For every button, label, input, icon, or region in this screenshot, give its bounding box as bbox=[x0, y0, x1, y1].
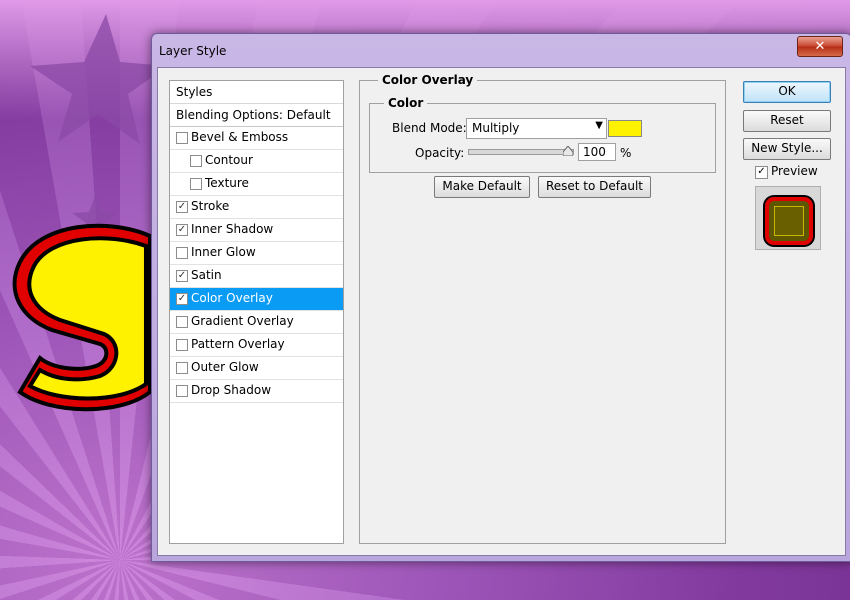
style-item[interactable]: ✓ Color Overlay bbox=[170, 288, 343, 311]
ok-button[interactable]: OK bbox=[743, 81, 831, 103]
style-item-label: Bevel & Emboss bbox=[191, 130, 289, 144]
blending-options-item[interactable]: Blending Options: Default bbox=[170, 104, 343, 127]
blend-mode-label: Blend Mode: bbox=[392, 121, 467, 135]
style-item-label: Contour bbox=[205, 153, 253, 167]
group-title: Color bbox=[384, 96, 428, 110]
opacity-label: Opacity: bbox=[415, 146, 465, 160]
preview-swatch-fill bbox=[774, 206, 804, 236]
style-item-label: Gradient Overlay bbox=[191, 314, 294, 328]
style-item-label: Drop Shadow bbox=[191, 383, 272, 397]
preview-label: Preview bbox=[771, 164, 818, 178]
opacity-slider[interactable] bbox=[468, 146, 574, 156]
blend-mode-value: Multiply bbox=[472, 121, 520, 135]
style-item-label: Satin bbox=[191, 268, 222, 282]
style-item[interactable]: Contour bbox=[170, 150, 343, 173]
percent-sign: % bbox=[620, 146, 632, 160]
opacity-value: 100 bbox=[583, 145, 606, 159]
blend-mode-select[interactable]: Multiply ▼ bbox=[466, 118, 607, 139]
style-item[interactable]: Pattern Overlay bbox=[170, 334, 343, 357]
reset-to-default-button[interactable]: Reset to Default bbox=[538, 176, 651, 198]
style-item[interactable]: ✓ Inner Shadow bbox=[170, 219, 343, 242]
unchecked-checkbox[interactable] bbox=[190, 178, 202, 190]
style-item[interactable]: Bevel & Emboss bbox=[170, 127, 343, 150]
make-default-button[interactable]: Make Default bbox=[434, 176, 530, 198]
style-item[interactable]: Outer Glow bbox=[170, 357, 343, 380]
overlay-color-swatch[interactable] bbox=[608, 120, 642, 137]
style-item-label: Pattern Overlay bbox=[191, 337, 285, 351]
checked-checkbox[interactable]: ✓ bbox=[176, 224, 188, 236]
unchecked-checkbox[interactable] bbox=[176, 316, 188, 328]
style-preview bbox=[755, 186, 821, 250]
style-item-label: Color Overlay bbox=[191, 291, 273, 305]
checked-checkbox[interactable]: ✓ bbox=[176, 201, 188, 213]
styles-list: Styles Blending Options: Default Bevel &… bbox=[169, 80, 344, 544]
unchecked-checkbox[interactable] bbox=[176, 247, 188, 259]
reset-button[interactable]: Reset bbox=[743, 110, 831, 132]
style-item-label: Inner Shadow bbox=[191, 222, 274, 236]
slider-thumb-icon[interactable] bbox=[563, 146, 573, 156]
close-icon: ✕ bbox=[814, 39, 826, 54]
dialog-title: Layer Style bbox=[159, 44, 227, 58]
unchecked-checkbox[interactable] bbox=[176, 339, 188, 351]
new-style-button[interactable]: New Style... bbox=[743, 138, 831, 160]
comic-letter-s-artwork bbox=[12, 223, 152, 412]
style-items: Bevel & Emboss Contour Texture ✓ Stroke ✓ Inne… bbox=[170, 127, 343, 403]
color-overlay-panel: Color Overlay Color Blend Mode: Multiply… bbox=[359, 73, 726, 544]
checked-checkbox[interactable]: ✓ bbox=[176, 270, 188, 282]
styles-header[interactable]: Styles bbox=[170, 81, 343, 104]
title-bar[interactable]: Layer Style ✕ bbox=[152, 34, 850, 64]
style-item-label: Inner Glow bbox=[191, 245, 256, 259]
unchecked-checkbox[interactable] bbox=[176, 132, 188, 144]
unchecked-checkbox[interactable] bbox=[176, 385, 188, 397]
unchecked-checkbox[interactable] bbox=[190, 155, 202, 167]
style-item[interactable]: ✓ Stroke bbox=[170, 196, 343, 219]
preview-swatch bbox=[765, 197, 813, 245]
section-title: Color Overlay bbox=[378, 73, 478, 87]
checkmark-icon: ✓ bbox=[757, 166, 766, 177]
preview-checkbox[interactable]: ✓ bbox=[755, 166, 768, 179]
color-group: Color Blend Mode: Multiply ▼ Opacity: 10… bbox=[369, 96, 716, 173]
checked-checkbox[interactable]: ✓ bbox=[176, 293, 188, 305]
style-item-label: Texture bbox=[205, 176, 249, 190]
style-item[interactable]: Texture bbox=[170, 173, 343, 196]
dropdown-arrow-icon: ▼ bbox=[595, 120, 603, 131]
style-item[interactable]: Gradient Overlay bbox=[170, 311, 343, 334]
style-item[interactable]: Drop Shadow bbox=[170, 380, 343, 403]
opacity-input[interactable]: 100 bbox=[578, 143, 616, 161]
star-decoration bbox=[30, 14, 168, 144]
style-item[interactable]: Inner Glow bbox=[170, 242, 343, 265]
close-button[interactable]: ✕ bbox=[797, 36, 843, 57]
dialog-body: Styles Blending Options: Default Bevel &… bbox=[157, 67, 846, 556]
unchecked-checkbox[interactable] bbox=[176, 362, 188, 374]
style-item-label: Outer Glow bbox=[191, 360, 259, 374]
style-item-label: Stroke bbox=[191, 199, 230, 213]
style-item[interactable]: ✓ Satin bbox=[170, 265, 343, 288]
layer-style-dialog: Layer Style ✕ Styles Blending Options: D… bbox=[151, 33, 850, 562]
